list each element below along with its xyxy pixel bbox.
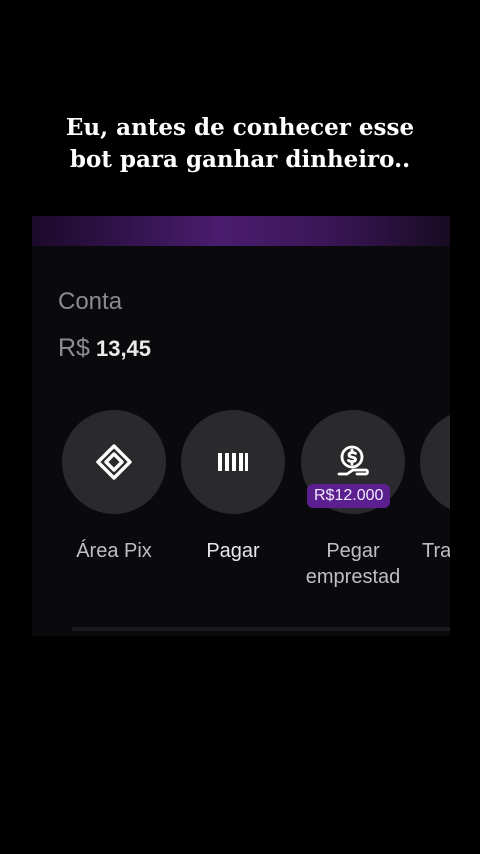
pagar-label: Pagar [206,540,260,562]
transferir-label: Tra [422,540,450,562]
divider-line [72,627,450,631]
action-area-pix[interactable]: Área Pix [62,410,166,564]
area-pix-button[interactable] [62,410,166,514]
caption-line-2: bot para ganhar dinheiro.. [69,146,411,173]
balance-amount: 13,45 [95,336,152,361]
loan-limit-badge: R$12.000 [307,484,391,508]
area-pix-label: Área Pix [76,540,152,562]
header-band [32,216,450,246]
pagar-button[interactable] [181,410,285,514]
account-title[interactable]: Conta [58,288,122,316]
account-balance[interactable]: R$ 13,45 [58,334,151,363]
pegar-emprestado-label-line-1: Pegar [326,540,380,562]
currency-symbol: R$ [58,334,90,362]
transferir-button[interactable] [420,410,450,514]
loan-icon [337,445,369,476]
bank-app-screenshot: Conta R$ 13,45 Área Pix Pagar Pegar empr… [32,216,450,636]
pegar-emprestado-label-line-2: emprestad [305,566,401,588]
pegar-emprestado-label: Pegar emprestad [301,538,405,590]
meme-caption: Eu, antes de conhecer esse bot para ganh… [0,112,480,176]
action-pagar[interactable]: Pagar [181,410,285,564]
pix-icon [96,444,132,480]
action-transferir[interactable]: Tra [420,410,450,564]
caption-line-1: Eu, antes de conhecer esse [65,114,415,141]
barcode-icon [218,453,248,471]
